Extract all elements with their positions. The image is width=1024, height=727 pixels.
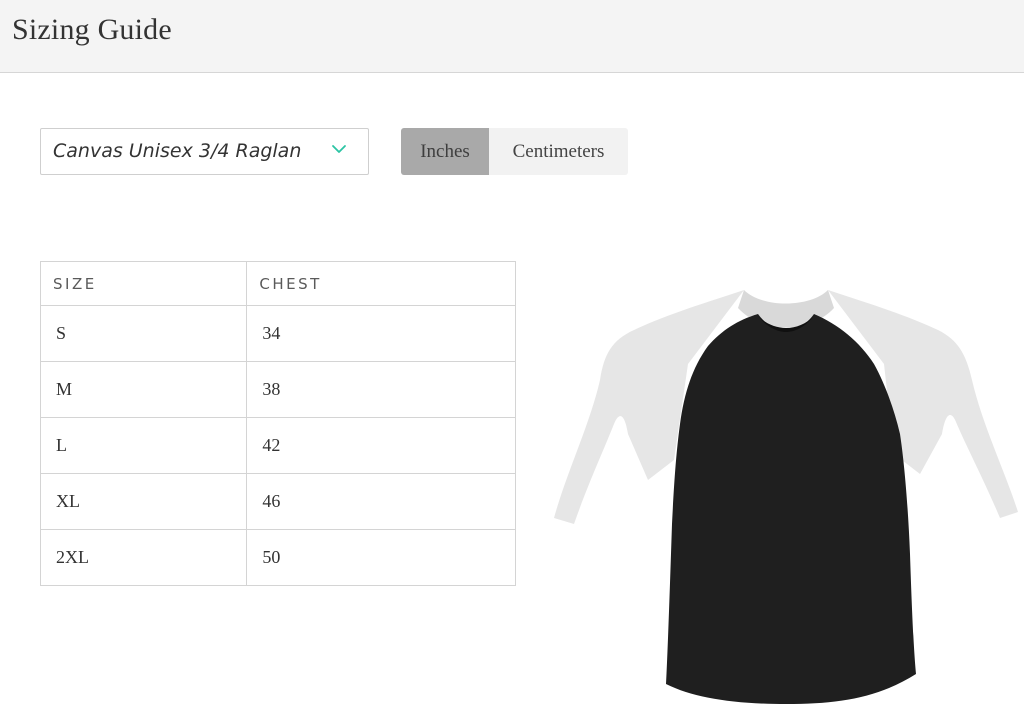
unit-button-inches[interactable]: Inches (401, 128, 489, 175)
column-header-size: SIZE (39, 261, 248, 306)
product-select-value: Canvas Unisex 3/4 Raglan (53, 140, 302, 162)
table-row: 2XL 50 (39, 529, 516, 586)
unit-toggle: Inches Centimeters (401, 128, 628, 175)
chest-cell: 42 (246, 417, 516, 474)
header-bar: Sizing Guide (0, 0, 1024, 73)
table-row: S 34 (39, 305, 516, 362)
chest-cell: 34 (246, 305, 516, 362)
table-row: M 38 (39, 361, 516, 418)
product-select-dropdown[interactable]: Canvas Unisex 3/4 Raglan (40, 128, 369, 175)
chevron-down-icon (332, 145, 346, 153)
column-header-chest: CHEST (246, 261, 516, 306)
chest-cell: 50 (246, 529, 516, 586)
size-table: SIZE CHEST S 34 M 38 L 42 XL 46 2XL 50 (39, 261, 516, 586)
chest-cell: 38 (246, 361, 516, 418)
size-cell: M (39, 361, 248, 418)
page-title: Sizing Guide (12, 13, 172, 46)
chest-cell: 46 (246, 473, 516, 530)
table-header-row: SIZE CHEST (39, 261, 516, 306)
unit-button-centimeters[interactable]: Centimeters (489, 128, 628, 175)
size-cell: L (39, 417, 248, 474)
table-row: XL 46 (39, 473, 516, 530)
raglan-shirt-image (554, 290, 1018, 704)
size-cell: S (39, 305, 248, 362)
size-cell: 2XL (39, 529, 248, 586)
size-cell: XL (39, 473, 248, 530)
shirt-body (666, 314, 916, 704)
table-row: L 42 (39, 417, 516, 474)
